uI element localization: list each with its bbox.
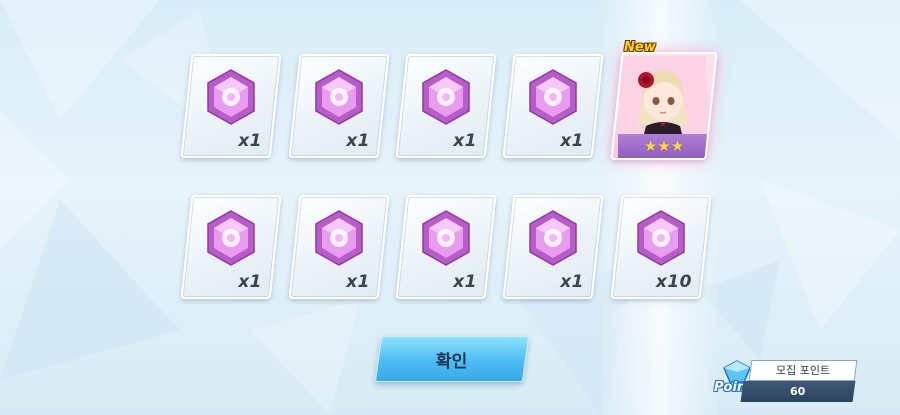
reward-card[interactable]: x1 [180, 54, 282, 158]
gem-icon [422, 210, 470, 266]
character-portrait [620, 56, 706, 134]
reward-quantity: x1 [238, 272, 262, 292]
reward-quantity: x1 [560, 131, 584, 151]
reward-card[interactable]: x1 [395, 195, 497, 299]
gem-icon [529, 210, 577, 266]
gem-icon [315, 210, 363, 266]
gem-icon [422, 69, 470, 125]
reward-card[interactable]: x1 [395, 54, 497, 158]
character-card[interactable]: ★★★ [610, 52, 718, 160]
gem-icon [207, 210, 255, 266]
gem-icon [315, 69, 363, 125]
reward-card[interactable]: x10 [610, 195, 712, 299]
reward-card[interactable]: x1 [288, 54, 390, 158]
star-rating: ★★★ [618, 134, 710, 158]
points-value: 60 [740, 381, 856, 402]
reward-card[interactable]: x1 [502, 54, 604, 158]
points-title: 모집 포인트 [748, 360, 858, 381]
confirm-button-label: 확인 [436, 351, 468, 372]
star-icon: ★★★ [643, 136, 685, 155]
gem-icon [207, 69, 255, 125]
confirm-button[interactable]: 확인 [374, 336, 530, 382]
recruit-points-panel: Point 모집 포인트 60 [712, 358, 862, 406]
reward-quantity: x1 [346, 272, 370, 292]
reward-quantity: x1 [453, 272, 477, 292]
gem-icon [529, 69, 577, 125]
reward-quantity: x1 [346, 131, 370, 151]
reward-quantity: x1 [560, 272, 584, 292]
reward-quantity: x1 [453, 131, 477, 151]
new-badge: New [624, 40, 656, 55]
reward-quantity: x10 [655, 272, 692, 292]
reward-card[interactable]: x1 [180, 195, 282, 299]
gem-icon [637, 210, 685, 266]
reward-card[interactable]: x1 [288, 195, 390, 299]
reward-card[interactable]: x1 [502, 195, 604, 299]
reward-quantity: x1 [238, 131, 262, 151]
